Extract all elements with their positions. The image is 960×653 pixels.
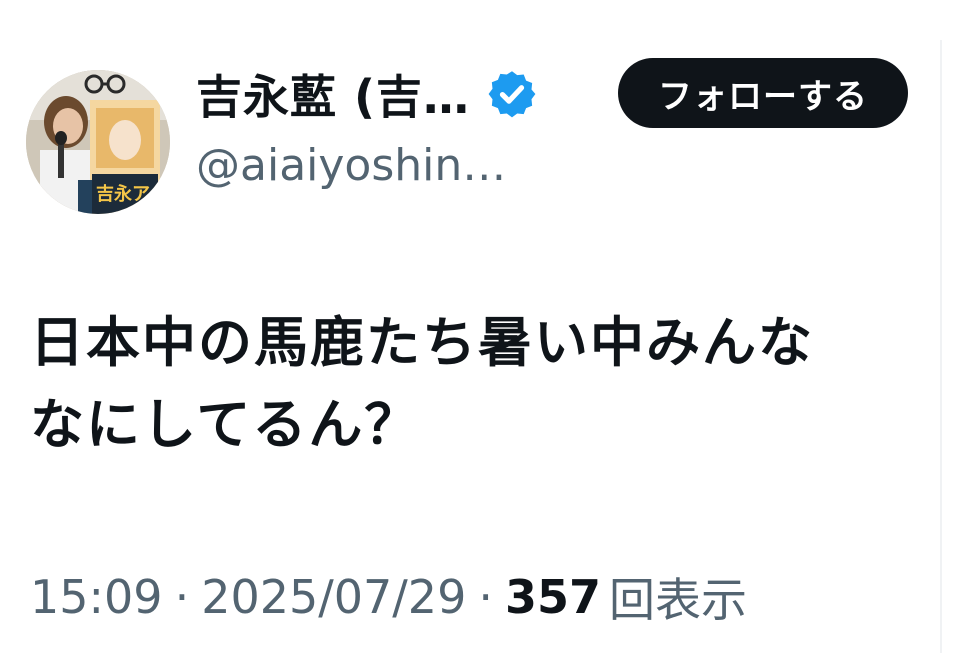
avatar-poster-text: 吉永ア xyxy=(96,183,150,205)
views-count: 357 xyxy=(504,570,601,624)
tweet-text-line: 日本中の馬鹿たち暑い中みんな xyxy=(30,311,814,374)
scrollbar-track[interactable] xyxy=(940,40,942,653)
tweet-date[interactable]: 2025/07/29 xyxy=(201,570,466,624)
author-name-row[interactable]: 吉永藍 (吉… xyxy=(196,62,538,126)
avatar[interactable]: 吉永ア xyxy=(26,70,170,214)
tweet-meta: 15:09 · 2025/07/29 · 357 回表示 xyxy=(30,562,747,632)
profile-photo: 吉永ア xyxy=(26,70,170,214)
meta-separator: · xyxy=(478,570,493,624)
verified-badge-icon xyxy=(486,68,538,120)
tweet-time[interactable]: 15:09 xyxy=(30,570,163,624)
tweet-text-line: なにしてるん？ xyxy=(30,393,421,456)
tweet-view: 吉永ア 吉永藍 (吉… @aiaiyoshin… フォローする 日本中の馬鹿たち… xyxy=(0,0,960,653)
author-handle[interactable]: @aiaiyoshin… xyxy=(196,140,506,191)
tweet-text: 日本中の馬鹿たち暑い中みんな なにしてるん？ xyxy=(30,302,910,466)
follow-button[interactable]: フォローする xyxy=(618,58,908,128)
author-display-name[interactable]: 吉永藍 (吉… xyxy=(196,61,470,127)
views-label: 回表示 xyxy=(609,573,747,627)
meta-separator: · xyxy=(174,570,190,624)
